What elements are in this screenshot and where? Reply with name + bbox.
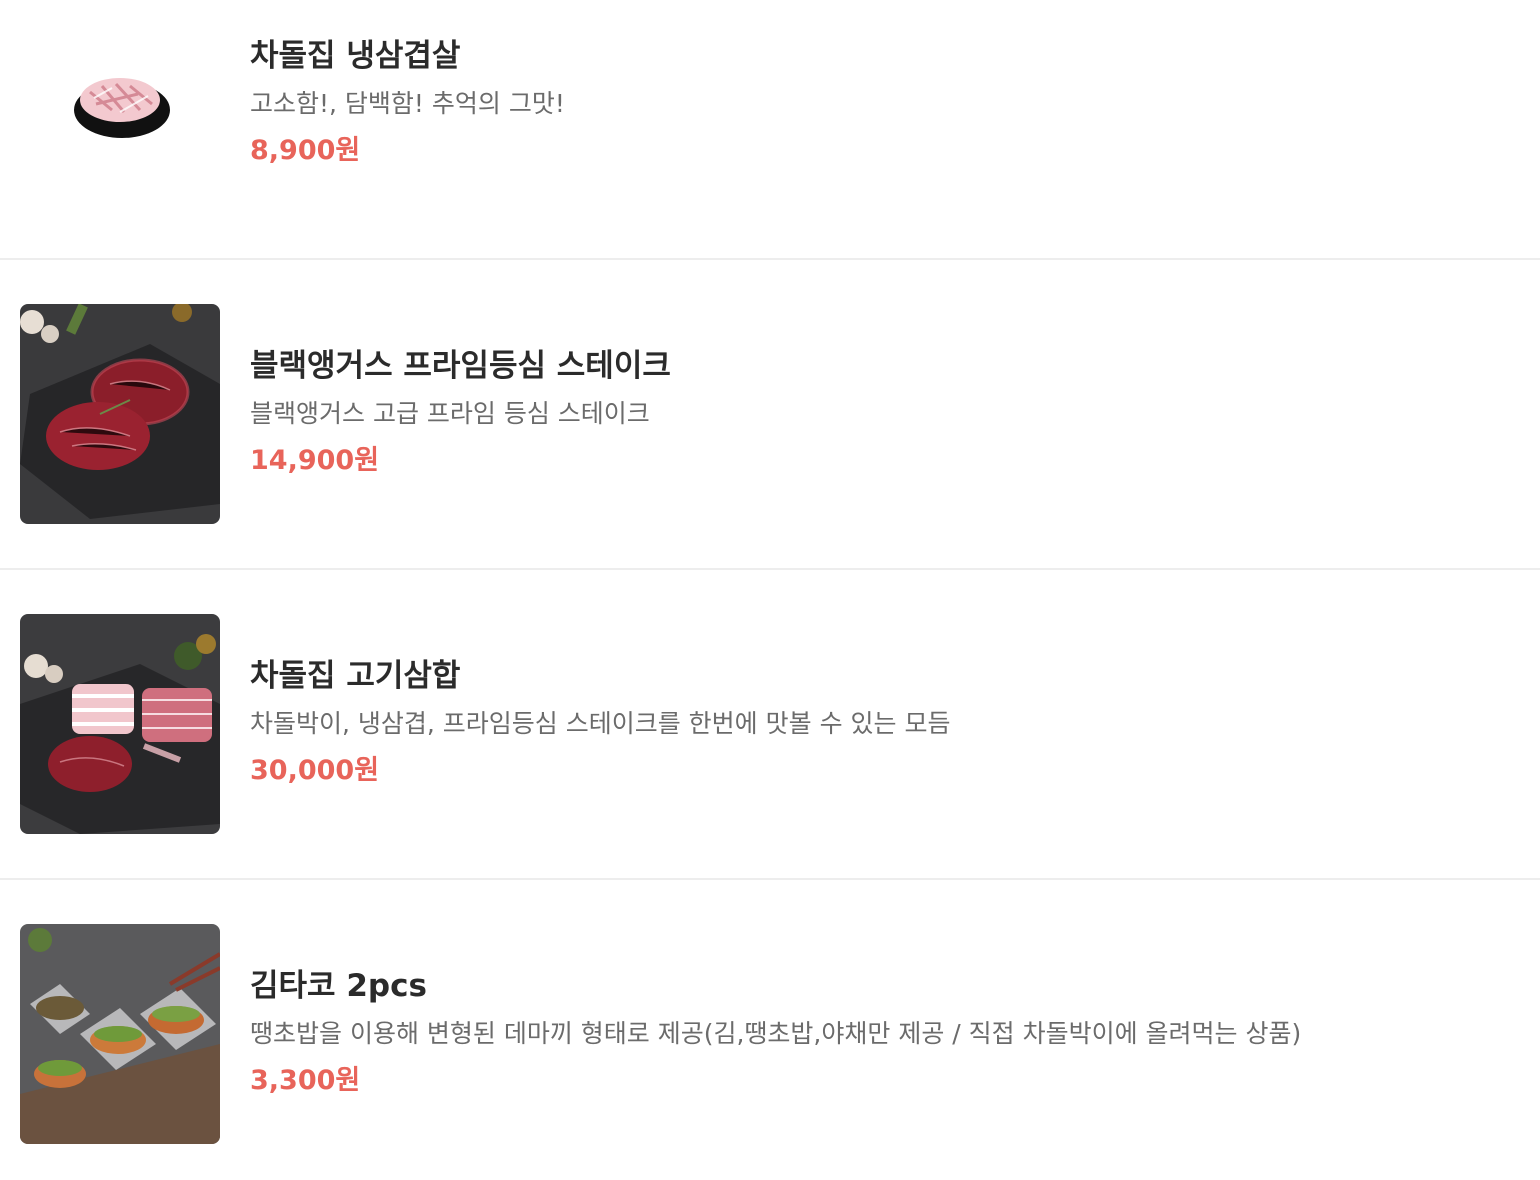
menu-item-info: 차돌집 냉삼겹살 고소함!, 담백함! 추억의 그맛! 8,900원 bbox=[250, 36, 565, 170]
menu-item-price: 14,900원 bbox=[250, 445, 380, 476]
menu-item-image bbox=[20, 614, 220, 834]
menu-item-info: 차돌집 고기삼합 차돌박이, 냉삼겹, 프라임등심 스테이크를 한번에 맛볼 수… bbox=[250, 656, 950, 790]
menu-item-price: 3,300원 bbox=[250, 1065, 361, 1096]
menu-item-name: 차돌집 냉삼겹살 bbox=[250, 38, 461, 74]
menu-item-description: 차돌박이, 냉삼겹, 프라임등심 스테이크를 한번에 맛볼 수 있는 모듬 bbox=[250, 709, 951, 738]
menu-item-description: 땡초밥을 이용해 변형된 데마끼 형태로 제공(김,땡초밥,야채만 제공 / 직… bbox=[250, 1019, 1302, 1048]
menu-item-price: 8,900원 bbox=[250, 135, 361, 166]
menu-item-pork-belly[interactable]: 차돌집 냉삼겹살 고소함!, 담백함! 추억의 그맛! 8,900원 bbox=[0, 0, 1540, 260]
menu-item-seaweed-taco[interactable]: 김타코 2pcs 땡초밥을 이용해 변형된 데마끼 형태로 제공(김,땡초밥,야… bbox=[0, 880, 1540, 1180]
menu-item-name: 김타코 2pcs bbox=[250, 968, 427, 1004]
menu-item-name: 블랙앵거스 프라임등심 스테이크 bbox=[250, 348, 671, 384]
menu-item-image bbox=[20, 304, 220, 524]
menu-item-steak[interactable]: 블랙앵거스 프라임등심 스테이크 블랙앵거스 고급 프라임 등심 스테이크 14… bbox=[0, 260, 1540, 570]
menu-item-info: 김타코 2pcs 땡초밥을 이용해 변형된 데마끼 형태로 제공(김,땡초밥,야… bbox=[250, 966, 1301, 1100]
menu-item-meat-combo[interactable]: 차돌집 고기삼합 차돌박이, 냉삼겹, 프라임등심 스테이크를 한번에 맛볼 수… bbox=[0, 570, 1540, 880]
menu-item-image bbox=[20, 0, 220, 220]
menu-item-description: 블랙앵거스 고급 프라임 등심 스테이크 bbox=[250, 399, 650, 428]
menu-item-price: 30,000원 bbox=[250, 755, 380, 786]
menu-item-image bbox=[20, 924, 220, 1144]
menu-item-info: 블랙앵거스 프라임등심 스테이크 블랙앵거스 고급 프라임 등심 스테이크 14… bbox=[250, 346, 671, 480]
menu-item-description: 고소함!, 담백함! 추억의 그맛! bbox=[250, 89, 565, 118]
menu-item-name: 차돌집 고기삼합 bbox=[250, 658, 461, 694]
